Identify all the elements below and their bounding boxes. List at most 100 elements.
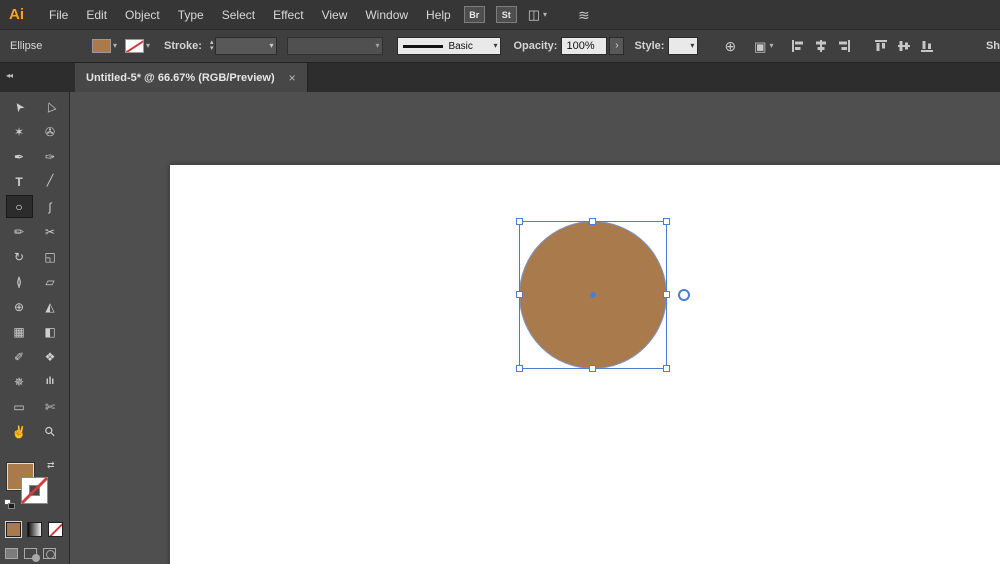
chevron-down-icon: ▾: [543, 11, 547, 19]
tool-icon: ○: [15, 201, 22, 213]
swoosh-icon[interactable]: ≋: [578, 8, 590, 22]
selection-handle-s[interactable]: [589, 365, 596, 372]
chevron-down-icon: ▾: [146, 42, 150, 50]
stroke-label: Stroke:: [164, 40, 202, 52]
default-fill-stroke-icon[interactable]: [4, 499, 17, 510]
align-horizontal-left-icon: [791, 39, 805, 53]
selection-handle-e[interactable]: [663, 291, 670, 298]
width-tool[interactable]: ≬: [6, 270, 33, 293]
stroke-color-control[interactable]: ▾: [125, 39, 150, 53]
align-vertical-top-button[interactable]: [874, 39, 888, 53]
center-point: [590, 292, 596, 298]
menu-select[interactable]: Select: [213, 0, 264, 30]
align-horizontal-right-button[interactable]: [837, 39, 851, 53]
fill-swatch: [92, 39, 111, 53]
fill-color-control[interactable]: ▾: [92, 39, 117, 53]
stroke-weight-stepper[interactable]: ▴ ▾: [210, 40, 214, 52]
scale-tool[interactable]: ◱: [37, 245, 64, 268]
collapse-panel-icon[interactable]: ◂◂: [6, 71, 12, 80]
none-mode-button[interactable]: [48, 522, 63, 537]
selection-handle-w[interactable]: [516, 291, 523, 298]
menu-view[interactable]: View: [313, 0, 357, 30]
tool-icon: ✶: [14, 126, 24, 138]
perspective-grid-tool[interactable]: ◭: [37, 295, 64, 318]
canvas[interactable]: [70, 92, 1000, 564]
pen-tool[interactable]: ✒: [6, 145, 33, 168]
menu-object[interactable]: Object: [116, 0, 169, 30]
gradient-mode-button[interactable]: [27, 522, 42, 537]
menu-window[interactable]: Window: [356, 0, 417, 30]
draw-behind-button[interactable]: [24, 548, 37, 559]
selection-handle-se[interactable]: [663, 365, 670, 372]
gradient-tool[interactable]: ◧: [37, 320, 64, 343]
opacity-input[interactable]: 100%: [561, 37, 607, 55]
rotate-tool[interactable]: ↻: [6, 245, 33, 268]
style-label: Style:: [634, 40, 664, 52]
selection-handle-nw[interactable]: [516, 218, 523, 225]
color-mode-button[interactable]: [6, 522, 21, 537]
tool-icon: ✐: [14, 351, 24, 363]
blend-tool[interactable]: ❖: [37, 345, 64, 368]
stroke-none-slash: [21, 477, 48, 504]
stroke-color-box[interactable]: [21, 477, 48, 504]
opacity-panel-button[interactable]: ›: [609, 37, 624, 55]
tool-icon: ↻: [14, 251, 24, 263]
menu-file[interactable]: File: [40, 0, 77, 30]
hand-tool[interactable]: ✌: [6, 420, 33, 443]
type-tool[interactable]: T: [6, 170, 33, 193]
artboard-tool[interactable]: ▭: [6, 395, 33, 418]
menu-help[interactable]: Help: [417, 0, 460, 30]
selection-handle-ne[interactable]: [663, 218, 670, 225]
slice-tool[interactable]: ✄: [37, 395, 64, 418]
draw-normal-button[interactable]: [5, 548, 18, 559]
chevron-down-icon: ▾: [269, 42, 273, 50]
column-graph-tool[interactable]: ılı: [37, 370, 64, 393]
align-vertical-center-button[interactable]: [897, 39, 911, 53]
align-vertical-center-icon: [897, 39, 911, 53]
control-bar: Ellipse ▾ ▾ Stroke: ▴ ▾ ▾ ▾ Basic ▾ Opac…: [0, 30, 1000, 63]
align-horizontal-left-button[interactable]: [791, 39, 805, 53]
tab-bar: ◂◂ Untitled-5* @ 66.67% (RGB/Preview) ×: [0, 63, 1000, 92]
stroke-weight-select[interactable]: ▾: [215, 37, 277, 55]
menu-edit[interactable]: Edit: [77, 0, 116, 30]
zoom-tool[interactable]: ⚲: [37, 420, 64, 443]
paintbrush-tool[interactable]: ʃ: [37, 195, 64, 218]
selection-tool[interactable]: ➤: [6, 95, 33, 118]
line-tool[interactable]: ╱: [37, 170, 64, 193]
width-profile-select[interactable]: ▾: [287, 37, 383, 55]
ellipse-tool[interactable]: ○: [6, 195, 33, 218]
align-vertical-bottom-button[interactable]: [920, 39, 934, 53]
menu-effect[interactable]: Effect: [264, 0, 312, 30]
close-icon[interactable]: ×: [289, 71, 296, 85]
direct-selection-tool[interactable]: ▷: [37, 95, 64, 118]
swap-fill-stroke-icon[interactable]: ⇄: [47, 460, 55, 471]
tool-icon: ✏: [14, 226, 24, 238]
bridge-button[interactable]: Br: [464, 6, 485, 23]
shape-builder-tool[interactable]: ⊕: [6, 295, 33, 318]
brush-definition-select[interactable]: Basic ▾: [397, 37, 501, 55]
illustrator-window: Ai File Edit Object Type Select Effect V…: [0, 0, 1000, 564]
stock-button[interactable]: St: [496, 6, 517, 23]
draw-inside-button[interactable]: [43, 548, 56, 559]
transform-menu[interactable]: ▣ ▾: [754, 40, 773, 53]
tool-icon: ╱: [47, 176, 54, 187]
selection-handle-n[interactable]: [589, 218, 596, 225]
style-select[interactable]: ▾: [668, 37, 698, 55]
mesh-tool[interactable]: ▦: [6, 320, 33, 343]
globe-icon[interactable]: ⊕: [724, 39, 736, 53]
magic-wand-tool[interactable]: ✶: [6, 120, 33, 143]
menu-type[interactable]: Type: [169, 0, 213, 30]
symbol-sprayer-tool[interactable]: ✵: [6, 370, 33, 393]
eyedropper-tool[interactable]: ✐: [6, 345, 33, 368]
align-horizontal-center-button[interactable]: [814, 39, 828, 53]
pie-widget[interactable]: [678, 289, 690, 301]
pencil-tool[interactable]: ✏: [6, 220, 33, 243]
free-transform-tool[interactable]: ▱: [37, 270, 64, 293]
curvature-tool[interactable]: ✑: [37, 145, 64, 168]
tool-icon: ✌: [12, 426, 27, 438]
selection-handle-sw[interactable]: [516, 365, 523, 372]
tab-untitled-5[interactable]: Untitled-5* @ 66.67% (RGB/Preview) ×: [75, 63, 308, 92]
scissors-tool[interactable]: ✂: [37, 220, 64, 243]
lasso-tool[interactable]: ✇: [37, 120, 64, 143]
workspace-switcher[interactable]: ◫ ▾: [528, 8, 547, 21]
